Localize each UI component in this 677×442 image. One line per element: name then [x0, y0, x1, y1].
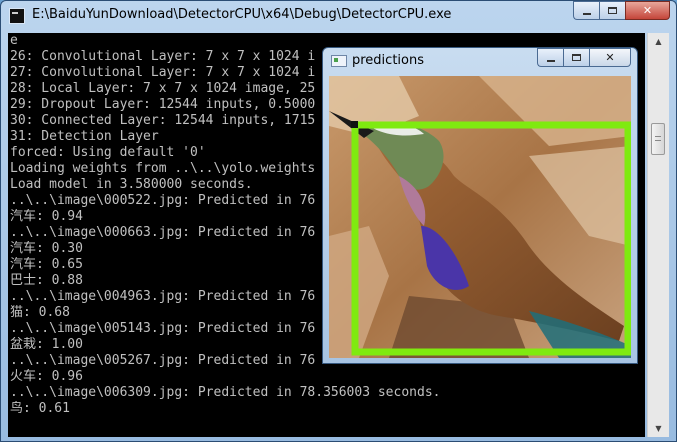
console-line: 鸟: 0.61: [10, 401, 70, 416]
minimize-button[interactable]: [573, 1, 599, 20]
scroll-down-arrow-icon[interactable]: ▼: [648, 420, 669, 437]
console-line: 火车: 0.96: [10, 369, 83, 384]
predictions-window: predictions ✕: [322, 47, 638, 364]
scroll-thumb[interactable]: [651, 123, 665, 155]
bird-photo: [329, 76, 631, 358]
console-line: ..\..\image\006309.jpg: Predicted in 78.…: [10, 385, 441, 400]
vertical-scrollbar[interactable]: ▲ ▼: [647, 33, 669, 437]
console-app-icon: [9, 8, 25, 24]
minimize-icon: [546, 59, 555, 62]
window-title: E:\BaiduYunDownload\DetectorCPU\x64\Debu…: [32, 7, 452, 22]
title-bar[interactable]: E:\BaiduYunDownload\DetectorCPU\x64\Debu…: [1, 1, 676, 33]
minimize-icon: [582, 12, 591, 15]
scroll-up-arrow-icon[interactable]: ▲: [648, 33, 669, 50]
box-label-marker: [351, 121, 358, 128]
close-button[interactable]: ✕: [625, 1, 670, 20]
maximize-icon: [608, 7, 617, 14]
image-window-icon: [331, 55, 347, 67]
predictions-close-button[interactable]: ✕: [589, 48, 631, 67]
maximize-button[interactable]: [599, 1, 625, 20]
maximize-icon: [572, 54, 581, 61]
predictions-minimize-button[interactable]: [537, 48, 563, 67]
predictions-maximize-button[interactable]: [563, 48, 589, 67]
prediction-image: [329, 76, 631, 358]
predictions-title[interactable]: predictions: [352, 53, 424, 68]
